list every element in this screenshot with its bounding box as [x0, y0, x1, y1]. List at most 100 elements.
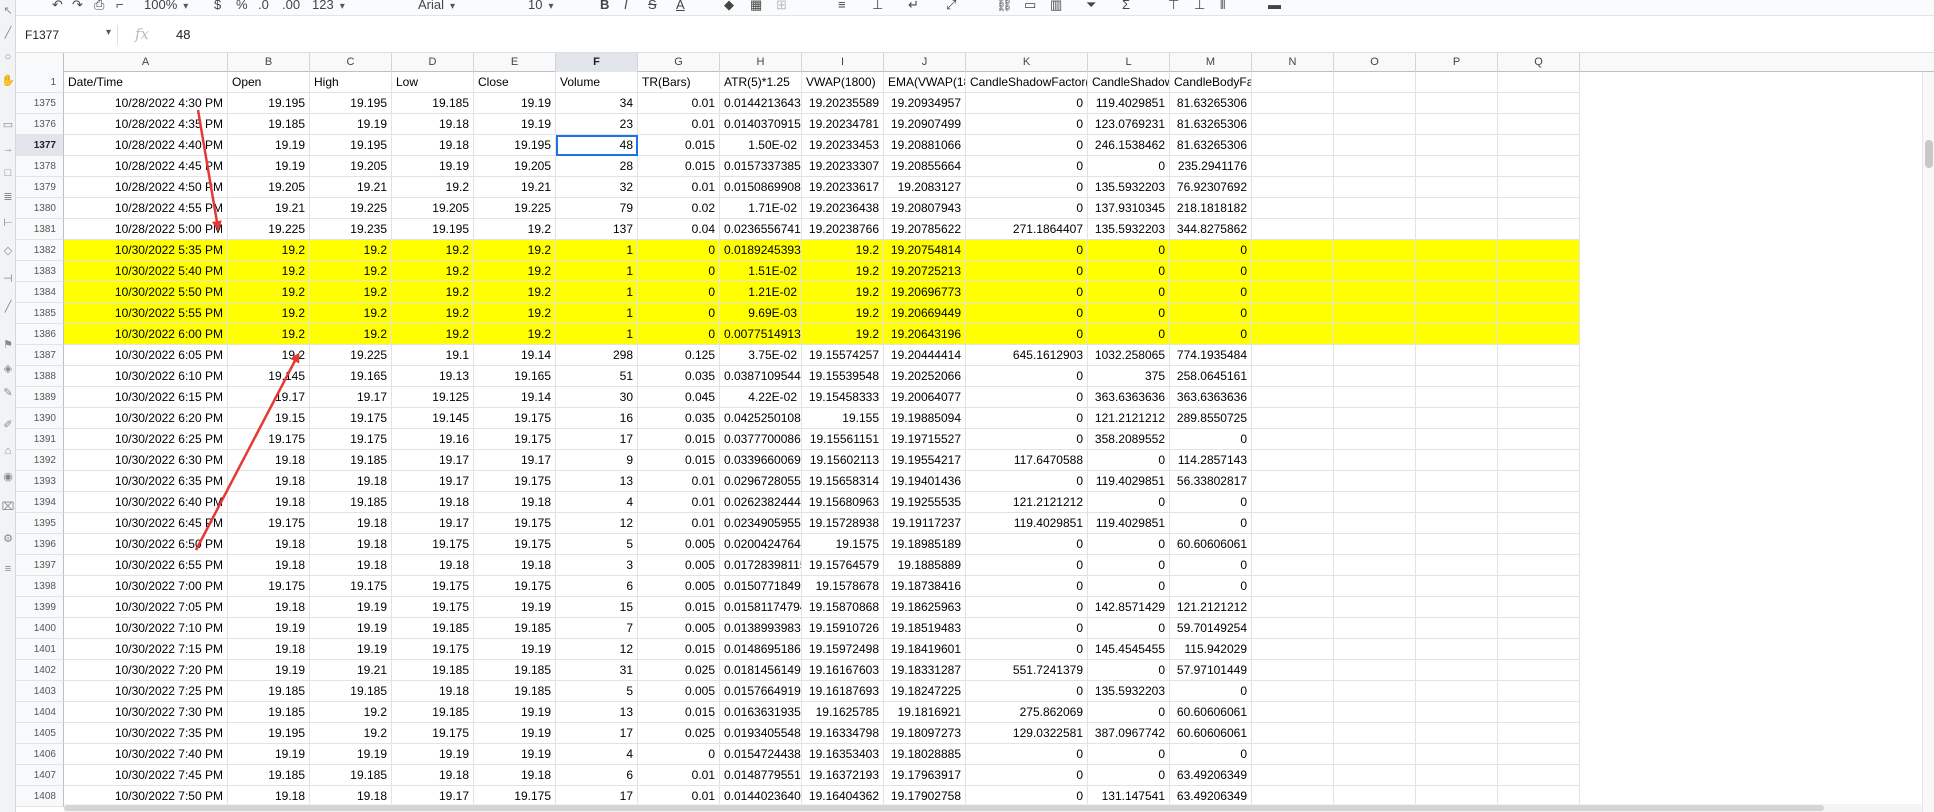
table-cell[interactable] [1334, 492, 1416, 513]
column-title[interactable]: Date/Time [64, 72, 228, 93]
table-cell[interactable]: 10/30/2022 7:25 PM [64, 681, 228, 702]
table-cell[interactable] [1498, 135, 1580, 156]
table-cell[interactable] [1416, 93, 1498, 114]
table-cell[interactable]: 19.14 [474, 387, 556, 408]
table-cell[interactable]: 0 [1088, 555, 1170, 576]
table-cell[interactable]: 246.1538462 [1088, 135, 1170, 156]
table-cell[interactable]: 19.14 [474, 345, 556, 366]
table-cell[interactable]: 0.01 [638, 765, 720, 786]
row-number[interactable]: 1396 [16, 534, 64, 555]
table-cell[interactable]: 19.175 [392, 597, 474, 618]
brush-tool-icon[interactable]: ✐ [1, 418, 15, 432]
column-title[interactable]: ATR(5)*1.25 [720, 72, 802, 93]
diamond-tool-icon[interactable]: ◇ [1, 244, 15, 258]
table-cell[interactable] [1252, 156, 1334, 177]
table-cell[interactable]: 135.5932203 [1088, 177, 1170, 198]
table-cell[interactable]: 19.19 [228, 744, 310, 765]
table-cell[interactable]: 19.20233453 [802, 135, 884, 156]
column-title[interactable]: CandleBodyFactor(40) [1170, 72, 1252, 93]
table-cell[interactable]: 1.50E-02 [720, 135, 802, 156]
table-cell[interactable]: 19.19 [310, 639, 392, 660]
comment-icon[interactable]: ▭ [1024, 0, 1036, 15]
text-color-button[interactable]: A [676, 0, 685, 15]
table-cell[interactable]: 19.175 [392, 576, 474, 597]
table-cell[interactable]: 19.18 [228, 471, 310, 492]
table-cell[interactable]: 0 [638, 324, 720, 345]
row-number[interactable]: 1398 [16, 576, 64, 597]
table-cell[interactable] [1416, 618, 1498, 639]
table-cell[interactable]: 10/30/2022 6:00 PM [64, 324, 228, 345]
table-cell[interactable]: 17 [556, 723, 638, 744]
table-cell[interactable]: 19.2 [474, 324, 556, 345]
table-cell[interactable] [1252, 324, 1334, 345]
column-header-m[interactable]: M [1170, 53, 1252, 72]
table-cell[interactable] [1498, 450, 1580, 471]
table-cell[interactable]: 0 [638, 261, 720, 282]
table-cell[interactable]: 19.20725213 [884, 261, 966, 282]
table-cell[interactable]: 19.125 [392, 387, 474, 408]
column-header-h[interactable]: H [720, 53, 802, 72]
table-cell[interactable] [1252, 639, 1334, 660]
table-cell[interactable]: 19.18985189 [884, 534, 966, 555]
table-cell[interactable] [1416, 408, 1498, 429]
table-cell[interactable]: 0 [1170, 240, 1252, 261]
table-cell[interactable]: 3 [556, 555, 638, 576]
table-cell[interactable]: 19.185 [474, 681, 556, 702]
table-cell[interactable]: 0.01403709151 [720, 114, 802, 135]
table-cell[interactable]: 0.04 [638, 219, 720, 240]
table-cell[interactable] [1498, 471, 1580, 492]
table-cell[interactable]: 19.225 [310, 345, 392, 366]
table-cell[interactable]: 81.63265306 [1170, 93, 1252, 114]
table-cell[interactable]: 19.2 [228, 324, 310, 345]
keyboard-icon[interactable]: ▬ [1268, 0, 1281, 15]
table-cell[interactable]: 19.18 [474, 555, 556, 576]
table-cell[interactable]: 0 [638, 240, 720, 261]
table-cell[interactable]: 19.19 [228, 156, 310, 177]
table-cell[interactable]: 0.015 [638, 156, 720, 177]
table-cell[interactable]: 19.19 [228, 135, 310, 156]
table-cell[interactable]: 19.15972498 [802, 639, 884, 660]
table-cell[interactable]: 289.8550725 [1170, 408, 1252, 429]
column-title[interactable] [1334, 72, 1416, 93]
table-cell[interactable]: 19.17 [474, 450, 556, 471]
table-cell[interactable]: 19.225 [310, 198, 392, 219]
table-cell[interactable]: 0.03396600694 [720, 450, 802, 471]
table-cell[interactable]: 19.195 [310, 93, 392, 114]
table-cell[interactable] [1416, 660, 1498, 681]
table-cell[interactable] [1334, 114, 1416, 135]
table-cell[interactable] [1334, 576, 1416, 597]
table-cell[interactable]: 0.01581174794 [720, 597, 802, 618]
table-cell[interactable]: 19.205 [474, 156, 556, 177]
table-cell[interactable] [1498, 156, 1580, 177]
table-cell[interactable]: 19.175 [474, 513, 556, 534]
table-cell[interactable]: 0 [966, 597, 1088, 618]
table-cell[interactable] [1416, 135, 1498, 156]
table-cell[interactable] [1498, 492, 1580, 513]
table-cell[interactable]: 19.18 [392, 681, 474, 702]
table-cell[interactable]: 0 [1170, 303, 1252, 324]
table-cell[interactable]: 19.175 [392, 723, 474, 744]
table-cell[interactable]: 19.18331287 [884, 660, 966, 681]
table-cell[interactable] [1416, 471, 1498, 492]
table-cell[interactable]: 0.015 [638, 702, 720, 723]
table-cell[interactable] [1498, 618, 1580, 639]
table-cell[interactable] [1334, 555, 1416, 576]
table-cell[interactable] [1416, 555, 1498, 576]
row-number[interactable]: 1391 [16, 429, 64, 450]
table-cell[interactable]: 19.18 [392, 114, 474, 135]
table-cell[interactable]: 19.185 [474, 618, 556, 639]
table-cell[interactable]: 121.2121212 [1170, 597, 1252, 618]
table-cell[interactable]: 10/28/2022 5:00 PM [64, 219, 228, 240]
print-icon[interactable]: ⎙ [94, 0, 104, 15]
table-cell[interactable]: 363.6363636 [1170, 387, 1252, 408]
pin-tool-icon[interactable]: ◈ [1, 362, 15, 376]
table-cell[interactable]: 34 [556, 93, 638, 114]
table-cell[interactable]: 0.02623824444 [720, 492, 802, 513]
table-cell[interactable] [1252, 387, 1334, 408]
table-cell[interactable] [1252, 198, 1334, 219]
table-cell[interactable]: 19.18028885 [884, 744, 966, 765]
table-cell[interactable]: 10/30/2022 6:10 PM [64, 366, 228, 387]
table-cell[interactable] [1416, 282, 1498, 303]
column-title[interactable] [1416, 72, 1498, 93]
table-cell[interactable]: 19.2 [310, 723, 392, 744]
